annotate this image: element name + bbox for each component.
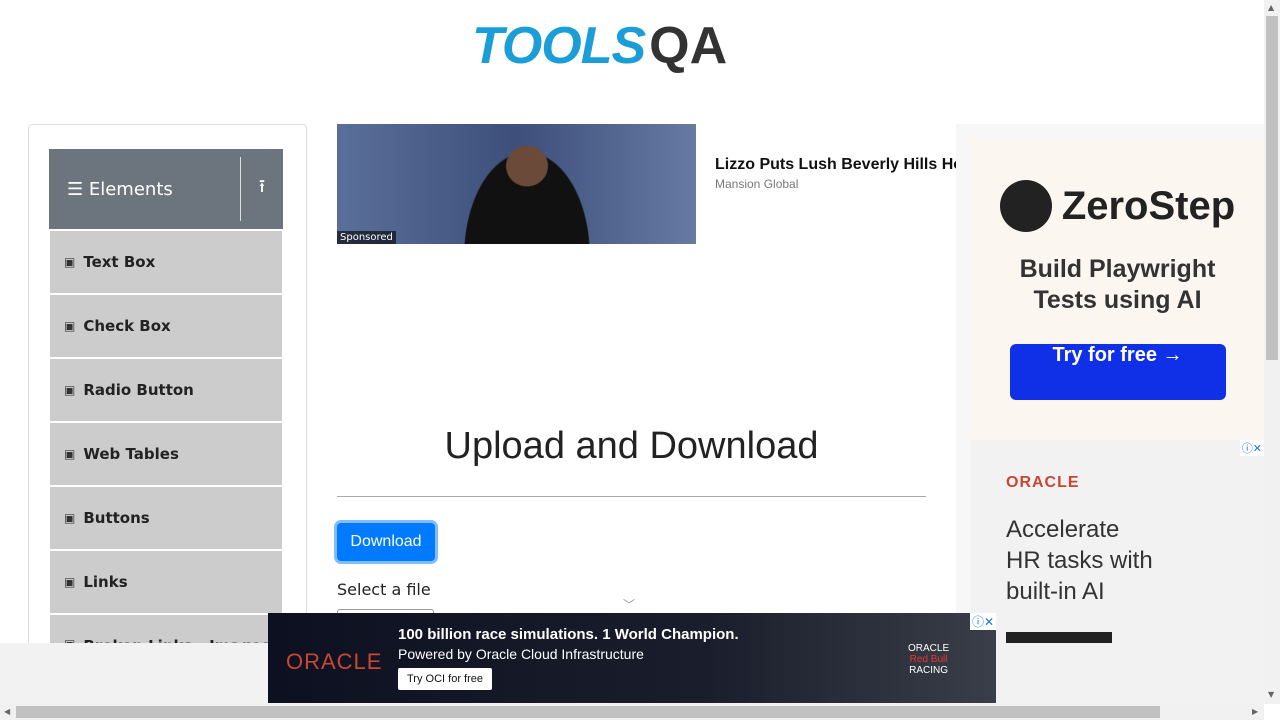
- item-label: Text Box: [83, 253, 156, 271]
- select-file-label: Select a file: [337, 580, 431, 599]
- ad-info-close-icon[interactable]: ⓘ✕: [969, 613, 996, 630]
- sidebar: ☰ Elements ⭱ ▣ Text Box ▣ Check Box ▣ Radio…: [28, 124, 307, 664]
- oracle-banner-ad[interactable]: ORACLE 100 billion race simulations. 1 W…: [268, 613, 996, 703]
- item-label: Check Box: [83, 317, 171, 335]
- item-label: Buttons: [83, 509, 150, 527]
- html5-icon: ▣: [64, 575, 76, 589]
- zerostep-ad[interactable]: ZeroStep Build Playwright Tests using AI …: [971, 140, 1264, 438]
- sidebar-item-buttons[interactable]: ▣ Buttons: [50, 487, 282, 549]
- sponsored-label: Sponsored: [337, 231, 396, 244]
- ad-brand: ORACLE: [286, 649, 383, 674]
- ad-source: Mansion Global: [715, 177, 799, 191]
- zerostep-logo-icon: [999, 180, 1052, 232]
- sidebar-item-links[interactable]: ▣ Links: [50, 551, 282, 613]
- sidebar-item-text-box[interactable]: ▣ Text Box: [50, 231, 282, 293]
- html5-icon: ▣: [64, 383, 76, 397]
- sidebar-item-web-tables[interactable]: ▣ Web Tables: [50, 423, 282, 485]
- group-label: Elements: [88, 178, 173, 200]
- download-button[interactable]: Download: [337, 523, 435, 561]
- logo-text-qa: QA: [649, 17, 728, 75]
- item-label: Web Tables: [83, 445, 179, 463]
- sidebar-item-radio-button[interactable]: ▣ Radio Button: [50, 359, 282, 421]
- try-oci-button[interactable]: Try OCI for free: [398, 668, 492, 690]
- menu-icon: ☰: [67, 178, 89, 200]
- ad-tagline: Build Playwright: [1019, 255, 1216, 283]
- logo-text: TOOLS: [472, 17, 646, 75]
- html5-icon: ▣: [64, 447, 76, 461]
- scrollbar-thumb[interactable]: [16, 706, 1160, 718]
- sidebar-group-elements[interactable]: ☰ Elements ⭱: [49, 149, 283, 229]
- ad-subtext: Powered by Oracle Cloud Infrastructure: [398, 646, 644, 662]
- html5-icon: ▣: [64, 511, 76, 525]
- html5-icon: ▣: [64, 319, 76, 333]
- ad-tagline: Tests using AI: [1033, 286, 1202, 314]
- toolsqa-logo[interactable]: TOOLS QA: [472, 16, 727, 76]
- html5-icon: ▣: [64, 255, 76, 269]
- sponsored-ad-text[interactable]: Lizzo Puts Lush Beverly Hills Home on Ma…: [715, 155, 960, 191]
- item-label: Radio Button: [83, 381, 194, 399]
- horizontal-scrollbar[interactable]: ◀ ▶: [0, 704, 1264, 720]
- collapse-arrow-icon[interactable]: ⭱: [241, 174, 283, 204]
- oracle-side-ad[interactable]: ⓘ✕ ORACLE Accelerate HR tasks with built-i…: [971, 440, 1264, 644]
- sidebar-item-check-box[interactable]: ▣ Check Box: [50, 295, 282, 357]
- try-for-free-button[interactable]: Try for free →: [1009, 344, 1226, 400]
- ad-headline: 100 billion race simulations. 1 World Ch…: [398, 626, 739, 643]
- vertical-scrollbar[interactable]: ▲ ▼: [1264, 0, 1280, 704]
- item-label: Links: [83, 573, 128, 591]
- partner-logo: ORACLE Red Bull RACING: [908, 643, 950, 676]
- page-title: Upload and Download: [444, 425, 819, 467]
- chevron-down-icon: ﹀: [623, 598, 636, 612]
- ad-headline: Lizzo Puts Lush Beverly Hills Home on Ma…: [715, 156, 960, 173]
- ad-photo: [447, 124, 607, 244]
- ad-text: built-in AI: [1006, 578, 1105, 605]
- ad-info-close-icon[interactable]: ⓘ✕: [1239, 440, 1264, 456]
- ad-text: Accelerate: [1006, 516, 1120, 543]
- divider: [337, 496, 926, 497]
- scrollbar-thumb[interactable]: [1266, 16, 1278, 360]
- ad-text: HR tasks with: [1006, 547, 1153, 574]
- ad-brand: ORACLE: [1006, 474, 1080, 491]
- ad-brand: ZeroStep: [1061, 183, 1236, 228]
- sponsored-ad-image[interactable]: Sponsored: [337, 124, 696, 244]
